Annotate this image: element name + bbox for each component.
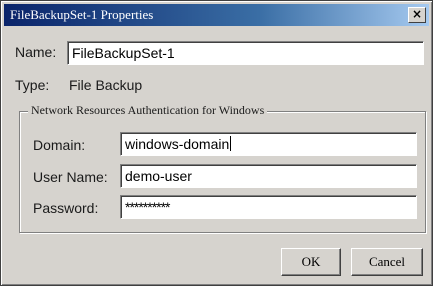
ok-button[interactable]: OK	[281, 248, 341, 276]
title-bar[interactable]: FileBackupSet-1 Properties ×	[4, 4, 429, 26]
properties-dialog: FileBackupSet-1 Properties × Name: FileB…	[0, 0, 433, 286]
auth-group-title: Network Resources Authentication for Win…	[28, 103, 268, 118]
password-label: Password:	[33, 200, 99, 216]
domain-value: windows-domain	[125, 136, 230, 152]
domain-label: Domain:	[33, 137, 86, 153]
close-icon[interactable]: ×	[408, 7, 426, 23]
type-label: Type:	[15, 77, 50, 93]
name-value: FileBackupSet-1	[72, 45, 175, 61]
name-field[interactable]: FileBackupSet-1	[67, 41, 424, 65]
type-value: File Backup	[69, 77, 143, 93]
password-value: **********	[125, 199, 170, 215]
username-label: User Name:	[33, 169, 108, 185]
domain-field[interactable]: windows-domain	[120, 132, 417, 156]
text-caret	[230, 136, 232, 151]
window-title: FileBackupSet-1 Properties	[10, 7, 154, 22]
cancel-button[interactable]: Cancel	[351, 248, 423, 276]
name-label: Name:	[15, 44, 57, 60]
username-value: demo-user	[125, 168, 192, 184]
username-field[interactable]: demo-user	[120, 164, 417, 188]
password-field[interactable]: **********	[120, 195, 417, 219]
